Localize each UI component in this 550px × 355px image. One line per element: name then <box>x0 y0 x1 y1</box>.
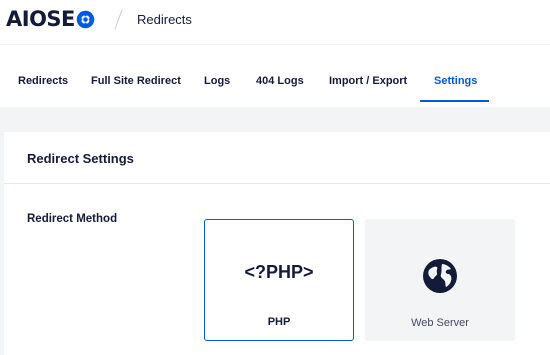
tab-full-site-redirect[interactable]: Full Site Redirect <box>91 75 181 87</box>
panel-title: Redirect Settings <box>27 151 134 166</box>
breadcrumb-divider <box>114 9 123 30</box>
tab-redirects[interactable]: Redirects <box>18 75 68 87</box>
panel-header: Redirect Settings <box>4 132 550 184</box>
aioseo-logo[interactable]: AIOSE <box>6 7 95 31</box>
breadcrumb: Redirects <box>137 12 192 27</box>
web-server-method-option[interactable]: Web Server <box>365 219 515 341</box>
php-method-option[interactable]: <?PHP> PHP <box>204 219 354 341</box>
php-code-icon: <?PHP> <box>244 262 314 282</box>
logo-text: AIOSE <box>6 7 75 31</box>
active-tab-indicator <box>420 100 489 102</box>
redirect-settings-panel: Redirect Settings Redirect Method <?PHP>… <box>4 132 550 355</box>
gear-o-icon <box>76 10 95 28</box>
tab-bar: Redirects Full Site Redirect Logs 404 Lo… <box>0 44 550 107</box>
php-option-label: PHP <box>267 316 291 328</box>
tab-404-logs[interactable]: 404 Logs <box>256 75 304 87</box>
top-bar: AIOSE Redirects <box>0 0 550 44</box>
tab-settings[interactable]: Settings <box>434 75 477 87</box>
web-server-option-label: Web Server <box>411 317 469 329</box>
globe-icon <box>423 259 457 293</box>
tab-logs[interactable]: Logs <box>204 75 230 87</box>
tab-import-export[interactable]: Import / Export <box>329 75 407 87</box>
redirect-method-label: Redirect Method <box>27 213 118 225</box>
